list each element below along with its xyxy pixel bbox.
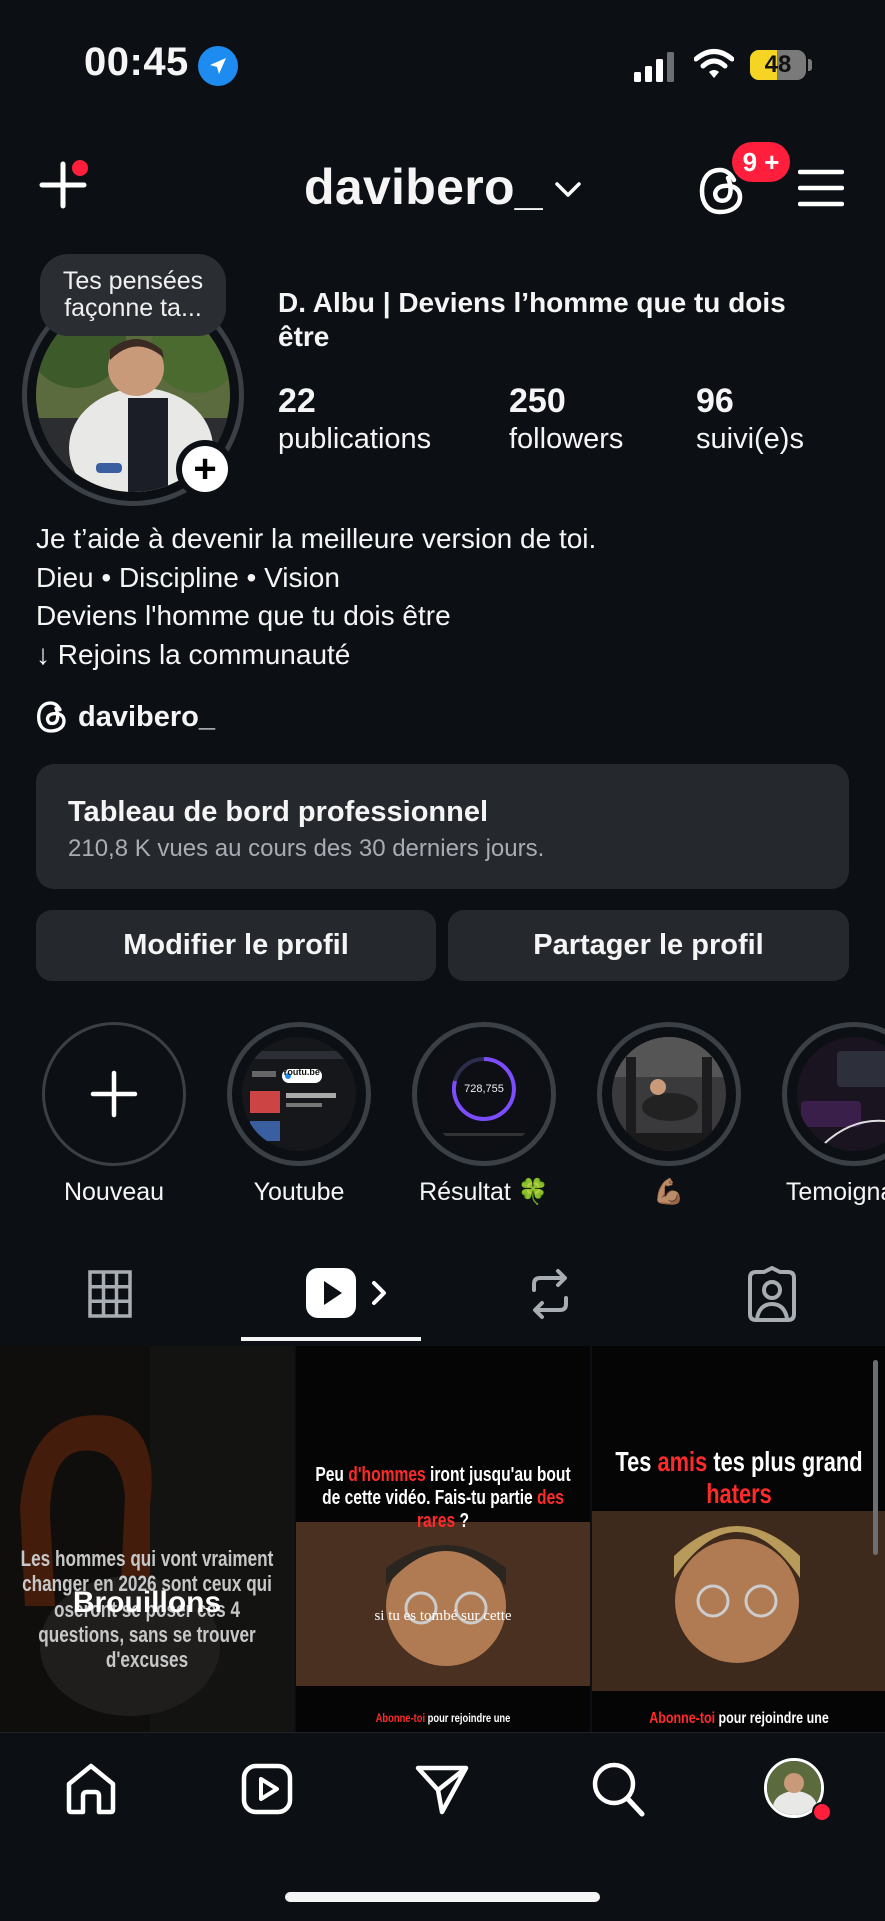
highlight-thumbnail: Youtu.be bbox=[242, 1037, 356, 1151]
highlight-label: Résultat 🍀 bbox=[419, 1178, 549, 1206]
highlight-youtube[interactable]: Youtu.be Youtube bbox=[227, 1022, 371, 1207]
stat-followers[interactable]: 250 followers bbox=[509, 382, 623, 456]
highlight-new[interactable]: Nouveau bbox=[42, 1022, 186, 1207]
caption-highlight: d'hommes bbox=[348, 1464, 426, 1486]
cellular-signal-icon bbox=[634, 52, 676, 82]
caption-highlight: Abonne-toi bbox=[649, 1710, 716, 1727]
stat-label: followers bbox=[509, 423, 624, 455]
tab-tagged[interactable] bbox=[746, 1266, 798, 1322]
location-arrow-icon bbox=[198, 46, 238, 86]
notification-dot bbox=[72, 160, 88, 176]
profile-full-name: D. Albu | Deviens l’homme que tu dois êt… bbox=[278, 287, 786, 352]
stat-label: publications bbox=[278, 423, 432, 455]
tab-reposts[interactable] bbox=[526, 1266, 574, 1322]
home-icon[interactable] bbox=[64, 1762, 118, 1816]
reel-caption-top: Peu d'hommes iront jusqu'au bout de cett… bbox=[313, 1464, 574, 1533]
highlight-label: Youtube bbox=[253, 1178, 345, 1206]
share-profile-button[interactable]: Partager le profil bbox=[448, 910, 849, 981]
highlight-resultat[interactable]: 728,755 Résultat 🍀 bbox=[412, 1022, 556, 1207]
plus-icon: + bbox=[182, 446, 228, 492]
caption-text: ? bbox=[455, 1510, 470, 1532]
caption-text: pour rejoindre une bbox=[425, 1711, 511, 1725]
bio-line: Je t’aide à devenir la meilleure version… bbox=[36, 523, 597, 554]
notifications-badge[interactable]: 9 + bbox=[732, 142, 790, 182]
caption-highlight: haters bbox=[706, 1478, 772, 1510]
reel-thumbnail[interactable]: Peu d'hommes iront jusqu'au bout de cett… bbox=[296, 1346, 590, 1732]
plus-icon bbox=[90, 1070, 138, 1118]
highlight-ring bbox=[597, 1022, 741, 1166]
highlight-thumb-text: 728,755 bbox=[464, 1083, 504, 1095]
highlight-label: 💪🏽 bbox=[653, 1178, 685, 1206]
highlight-thumbnail bbox=[797, 1037, 885, 1151]
stat-value: 250 bbox=[509, 382, 566, 420]
stat-value: 22 bbox=[278, 382, 316, 420]
highlight-thumbnail: 728,755 bbox=[427, 1037, 541, 1151]
grid-divider bbox=[590, 1346, 592, 1732]
reel-thumbnail[interactable]: Tes amis tes plus grand haters Abonne-to… bbox=[592, 1346, 885, 1732]
profile-bio: Je t’aide à devenir la meilleure version… bbox=[36, 520, 596, 674]
menu-hamburger-icon[interactable] bbox=[797, 168, 845, 208]
highlight-label: Temoignage bbox=[785, 1178, 885, 1206]
caption-highlight: amis bbox=[657, 1446, 708, 1477]
caption-text: pour rejoindre une bbox=[715, 1710, 829, 1727]
bio-line: Dieu • Discipline • Vision bbox=[36, 561, 340, 593]
bio-line: ↓ Rejoins la communauté bbox=[36, 638, 351, 670]
home-indicator[interactable] bbox=[285, 1892, 600, 1902]
threads-handle: davibero_ bbox=[78, 700, 215, 733]
stat-label: suivi(e)s bbox=[696, 423, 804, 455]
caption-text: Tes bbox=[615, 1446, 658, 1477]
grid-icon bbox=[88, 1270, 132, 1318]
threads-logo-icon bbox=[36, 701, 66, 733]
repost-icon bbox=[532, 1269, 568, 1319]
highlight-ring: Youtu.be bbox=[227, 1022, 371, 1166]
reel-caption-top: Tes amis tes plus grand haters bbox=[609, 1446, 870, 1510]
tagged-person-icon bbox=[748, 1266, 796, 1322]
caption-text: tes plus grand bbox=[707, 1446, 863, 1477]
profile-username[interactable]: davibero_ bbox=[304, 158, 543, 216]
note-bubble[interactable]: Tes pensées façonne ta... bbox=[40, 254, 226, 336]
threads-profile-link[interactable]: davibero_ bbox=[36, 700, 215, 734]
reel-draft-thumbnail[interactable]: Les hommes qui vont vraiment changer en … bbox=[0, 1346, 294, 1732]
dashboard-title: Tableau de bord professionnel bbox=[68, 796, 489, 828]
direct-messages-icon[interactable] bbox=[414, 1762, 470, 1816]
status-time: 00:45 bbox=[84, 40, 189, 84]
wifi-icon bbox=[693, 48, 735, 80]
drafts-label: Brouillons bbox=[72, 1586, 222, 1619]
reel-caption-bottom: Abonne-toi pour rejoindre une bbox=[609, 1710, 870, 1728]
chevron-down-icon[interactable] bbox=[554, 180, 582, 200]
bio-line: Deviens l'homme que tu dois être bbox=[36, 600, 451, 631]
highlight-ring bbox=[42, 1022, 186, 1166]
tab-grid[interactable] bbox=[88, 1268, 132, 1320]
highlight-thumbnail bbox=[612, 1037, 726, 1151]
battery-tip bbox=[808, 59, 812, 71]
highlight-thumb-text: Youtu.be bbox=[282, 1067, 320, 1077]
caption-highlight: Abonne-toi bbox=[375, 1711, 426, 1725]
reel-caption-bottom: Abonne-toi pour rejoindre une bbox=[313, 1711, 574, 1726]
grid-divider bbox=[294, 1346, 296, 1732]
battery-icon: 48 bbox=[750, 50, 806, 80]
dashboard-subtitle: 210,8 K vues au cours des 30 derniers jo… bbox=[68, 835, 545, 862]
scrollbar[interactable] bbox=[873, 1360, 878, 1555]
highlight-temoignage[interactable]: Temoignage bbox=[782, 1022, 885, 1207]
highlight-ring: 728,755 bbox=[412, 1022, 556, 1166]
stat-following[interactable]: 96 suivi(e)s bbox=[696, 382, 804, 456]
edit-profile-button[interactable]: Modifier le profil bbox=[36, 910, 436, 981]
highlight-muscle[interactable]: 💪🏽 bbox=[597, 1022, 741, 1207]
stat-value: 96 bbox=[696, 382, 734, 420]
battery-level: 48 bbox=[764, 51, 792, 78]
reels-icon[interactable] bbox=[240, 1762, 294, 1816]
add-story-button[interactable]: + bbox=[176, 440, 234, 498]
reels-play-icon bbox=[306, 1268, 386, 1318]
professional-dashboard-card[interactable]: Tableau de bord professionnel 210,8 K vu… bbox=[36, 764, 849, 889]
reel-caption-mid: si tu es tombé sur cette bbox=[374, 1608, 512, 1624]
profile-notification-dot bbox=[812, 1802, 832, 1822]
highlight-ring bbox=[782, 1022, 885, 1166]
active-tab-indicator bbox=[241, 1337, 421, 1341]
tab-reels[interactable] bbox=[304, 1266, 390, 1322]
highlight-label: Nouveau bbox=[63, 1178, 165, 1206]
caption-text: Peu bbox=[315, 1464, 349, 1486]
stat-publications[interactable]: 22 publications bbox=[278, 382, 431, 456]
search-icon[interactable] bbox=[590, 1760, 646, 1818]
